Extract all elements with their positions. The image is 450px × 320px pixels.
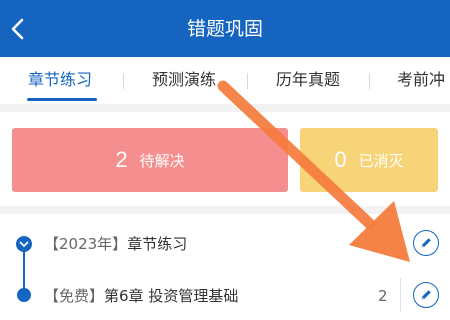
- cleared-label: 已消灭: [358, 151, 404, 170]
- group-title: 章节练习: [127, 235, 188, 253]
- edit-icon: [421, 290, 431, 300]
- item-dot: [17, 288, 31, 302]
- chapter-edit-button[interactable]: [413, 282, 439, 308]
- tab-pre-exam-sprint[interactable]: 考前冲: [397, 68, 445, 92]
- chapter-wrong-count: 2: [378, 287, 388, 305]
- chapter-row[interactable]: 【免费】第6章 投资管理基础: [44, 286, 238, 306]
- group-edit-button[interactable]: [413, 230, 439, 256]
- edit-icon: [421, 238, 431, 248]
- page-title: 错题巩固: [186, 18, 263, 40]
- tab-bar: 章节练习 预测演练 历年真题 考前冲: [0, 57, 450, 104]
- collapse-toggle[interactable]: [16, 236, 32, 252]
- row-divider: [400, 226, 401, 260]
- cleared-count: 0: [334, 147, 347, 172]
- group-year-tag: 【2023年】: [44, 235, 128, 253]
- cleared-card[interactable]: 0 已消灭: [300, 128, 438, 192]
- stats-panel: 2 待解决 0 已消灭: [0, 112, 450, 206]
- tab-chapter-practice[interactable]: 章节练习: [28, 68, 92, 92]
- tab-prediction-drill[interactable]: 预测演练: [152, 68, 216, 92]
- chevron-down-icon: [19, 241, 29, 247]
- pending-count: 2: [115, 147, 128, 172]
- chapter-free-tag: 【免费】: [44, 287, 105, 305]
- row-divider: [400, 278, 401, 312]
- tab-past-exams[interactable]: 历年真题: [276, 68, 340, 92]
- tab-divider: [369, 73, 370, 89]
- tab-divider: [247, 73, 248, 89]
- chapter-title: 第6章 投资管理基础: [104, 287, 239, 305]
- active-tab-indicator: [27, 98, 97, 101]
- group-row[interactable]: 【2023年】章节练习: [44, 234, 187, 254]
- wrong-question-list: 【2023年】章节练习 【免费】第6章 投资管理基础 2: [0, 214, 450, 320]
- pending-label: 待解决: [139, 151, 185, 170]
- pending-card[interactable]: 2 待解决: [12, 128, 288, 192]
- app-header: 错题巩固: [0, 0, 450, 57]
- tab-divider: [123, 73, 124, 89]
